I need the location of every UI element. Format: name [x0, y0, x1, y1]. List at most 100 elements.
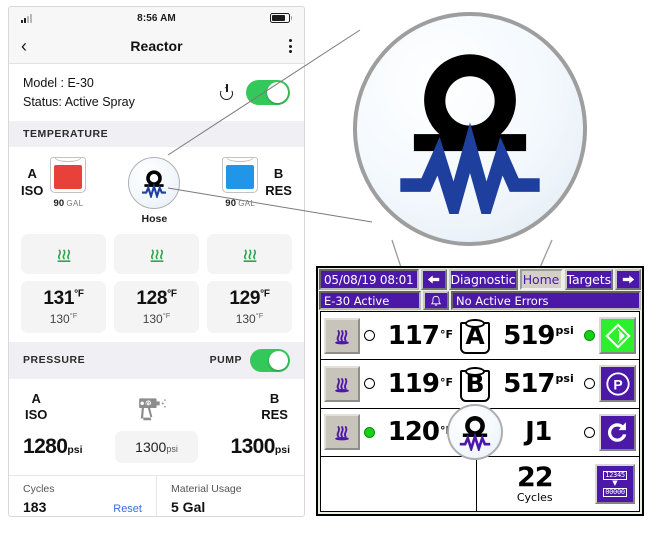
tank-a-label-bottom: ISO	[21, 182, 44, 198]
hmi-temp-hose-value: 120	[387, 417, 440, 448]
tank-b-label-bottom: RES	[265, 182, 292, 198]
heat-button-b[interactable]	[207, 233, 292, 274]
hmi-pressure-a-value: 519	[503, 320, 555, 351]
heat-button-row	[9, 226, 304, 274]
heat-button-hose[interactable]	[114, 233, 199, 274]
pressure-a-label: A ISO	[25, 391, 47, 424]
hose-heat-icon[interactable]	[128, 156, 181, 209]
pump-toggle[interactable]	[250, 348, 290, 372]
ios-status-bar: 8:56 AM	[9, 7, 304, 29]
temp-b-target-value: 130	[235, 311, 256, 326]
page-title: Reactor	[130, 38, 183, 54]
hmi-pressure-a: 519 psi	[497, 321, 580, 351]
tank-a-volume-value: 90	[53, 197, 65, 209]
hmi-pressure-b: 517 psi	[497, 369, 580, 399]
power-icon	[219, 84, 236, 101]
hose-heat-icon-slot	[447, 404, 503, 461]
hmi-row-a: 117 °F A 519 psi	[321, 312, 639, 359]
heat-waves-icon[interactable]	[324, 365, 360, 402]
heat-waves-icon[interactable]	[324, 317, 360, 354]
model-line: Model : E-30	[23, 76, 94, 90]
hmi-temp-hose: 120 °F	[379, 417, 453, 447]
tank-b-label-top: B	[273, 166, 284, 182]
reset-circular-arrow-icon[interactable]	[599, 413, 636, 451]
tank-b-volume: 90 GAL	[225, 198, 255, 209]
heat-led-a	[364, 330, 375, 342]
cycles-value: 183	[23, 499, 47, 515]
pressure-section-label: PRESSURE	[23, 354, 86, 366]
tanks-row: A ISO 90 GAL Hose 90 GAL B RES	[9, 146, 304, 227]
tank-b-volume-unit: GAL	[238, 198, 256, 208]
hmi-cycles-label: Cycles	[516, 491, 553, 505]
magnified-hose-heat-icon	[353, 12, 587, 246]
pressure-target-unit: psi	[166, 444, 178, 454]
temp-readout-hose[interactable]: 128°F 130°F	[114, 280, 199, 333]
run-diamond-icon[interactable]	[599, 317, 636, 355]
temp-a-target-value: 130	[49, 311, 70, 326]
svg-text:P: P	[613, 377, 622, 393]
pressure-a-value: 1280psi	[23, 435, 83, 459]
vessel-b-letter: B	[465, 369, 485, 399]
counter-bottom-value: 00000	[603, 487, 627, 497]
temperature-readout-row: 131°F 130°F 128°F 130°F 129°F 130°F	[9, 273, 304, 333]
material-usage-value: 5 Gal	[171, 499, 206, 515]
pressure-labels-row: A ISO G B RES	[9, 378, 304, 424]
hmi-top-bar: 05/08/19 08:01 Diagnostic Home Targets	[318, 268, 642, 291]
heat-button-a[interactable]	[21, 233, 106, 274]
cycles-reset-link[interactable]: Reset	[113, 503, 142, 515]
status-bar-time: 8:56 AM	[137, 12, 176, 24]
pressure-b-label-top: B	[269, 390, 280, 406]
arrow-left-icon[interactable]	[420, 269, 447, 290]
tank-a-volume: 90 GAL	[53, 198, 83, 209]
hmi-zone-hose: J1	[497, 417, 580, 447]
svg-text:G: G	[146, 401, 151, 408]
heat-waves-icon[interactable]	[324, 414, 360, 451]
temp-hose-actual-unit: °F	[167, 288, 177, 300]
heat-waves-icon	[57, 249, 70, 262]
hmi-temp-b-unit: °F	[439, 375, 453, 389]
tab-home[interactable]: Home	[519, 269, 563, 290]
hmi-row-b: 119 °F B 517 psi P	[321, 359, 639, 407]
park-p-icon[interactable]: P	[599, 365, 636, 403]
arrow-right-icon[interactable]	[615, 269, 641, 290]
cycles-stat: Cycles 183 Reset	[9, 476, 156, 516]
hmi-temp-a: 117 °F	[379, 321, 453, 351]
pressure-b-label-bottom: RES	[261, 406, 288, 422]
device-info-text: Model : E-30 Status: Active Spray	[23, 74, 135, 112]
tab-targets[interactable]: Targets	[564, 269, 613, 290]
counter-reset-icon[interactable]: 12345 ▼ 00000	[595, 463, 635, 504]
temperature-section-header: TEMPERATURE	[9, 120, 304, 147]
spray-gun-icon: G	[139, 398, 167, 421]
heat-waves-icon	[243, 249, 256, 262]
bell-icon[interactable]	[423, 291, 449, 310]
pressure-target-field[interactable]: 1300psi	[115, 431, 198, 463]
temp-readout-a[interactable]: 131°F 130°F	[21, 280, 106, 333]
heat-led-hose	[364, 426, 375, 438]
device-info-block: Model : E-30 Status: Active Spray	[9, 64, 304, 121]
status-led-a	[584, 330, 595, 342]
kebab-menu-icon[interactable]	[289, 39, 292, 53]
temp-hose-target: 130°F	[143, 311, 171, 326]
tab-diagnostic[interactable]: Diagnostic	[448, 269, 518, 290]
hmi-temp-a-value: 117	[387, 320, 440, 351]
pressure-target-number: 1300	[135, 439, 167, 455]
counter-arrow-down-icon: ▼	[612, 479, 618, 488]
hose-selector[interactable]: Hose	[128, 156, 181, 225]
hmi-temp-b: 119 °F	[379, 369, 453, 399]
temp-a-target-unit: °F	[69, 310, 78, 320]
temp-b-actual-value: 129	[229, 287, 261, 309]
temp-readout-b[interactable]: 129°F 130°F	[207, 280, 292, 333]
hmi-zone-hose-value: J1	[525, 417, 552, 448]
tank-b[interactable]: 90 GAL B RES	[222, 156, 292, 209]
tank-a[interactable]: A ISO 90 GAL	[21, 156, 87, 209]
hmi-pressure-b-unit: psi	[555, 371, 574, 385]
power-toggle[interactable]	[246, 80, 290, 106]
pressure-b-number: 1300	[230, 435, 275, 458]
vessel-a-letter: A	[465, 321, 485, 351]
temp-a-actual-unit: °F	[74, 288, 84, 300]
hmi-pressure-b-value: 517	[503, 368, 555, 399]
temp-a-actual-value: 131	[43, 287, 75, 309]
hose-heat-icon[interactable]	[447, 404, 503, 461]
temp-hose-actual-value: 128	[136, 287, 168, 309]
app-nav-bar: ‹ Reactor	[9, 29, 304, 64]
